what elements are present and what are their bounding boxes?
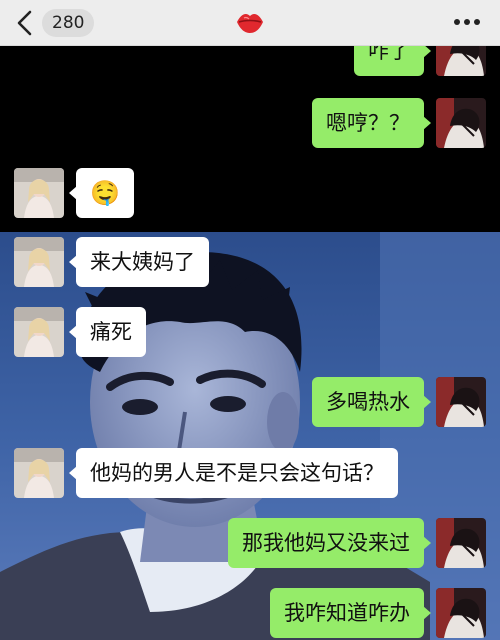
message-row: 嗯哼？？ (312, 98, 486, 148)
my-avatar[interactable] (436, 377, 486, 427)
my-avatar-image (436, 46, 486, 76)
contact-avatar-image (14, 168, 64, 218)
contact-avatar-image (14, 237, 64, 287)
outgoing-message-bubble[interactable]: 那我他妈又没来过 (228, 518, 431, 568)
message-row: 咋了 (354, 46, 486, 76)
chat-header: 280 (0, 0, 500, 46)
my-avatar-image (436, 588, 486, 638)
contact-avatar-image (14, 307, 64, 357)
my-avatar[interactable] (436, 518, 486, 568)
incoming-message-bubble[interactable]: 来大姨妈了 (69, 237, 209, 287)
message-row: 那我他妈又没来过 (228, 518, 486, 568)
outgoing-message-bubble[interactable]: 嗯哼？？ (312, 98, 431, 148)
my-avatar[interactable] (436, 98, 486, 148)
message-row: 我咋知道咋办 (270, 588, 486, 638)
contact-avatar[interactable] (14, 168, 64, 218)
chat-background-photo (0, 232, 500, 640)
contact-avatar[interactable] (14, 237, 64, 287)
message-row: 多喝热水 (312, 377, 486, 427)
contact-avatar[interactable] (14, 307, 64, 357)
incoming-message-bubble[interactable]: 他妈的男人是不是只会这句话？ (69, 448, 398, 498)
message-row: 来大姨妈了 (14, 237, 209, 287)
my-avatar-image (436, 377, 486, 427)
outgoing-message-bubble[interactable]: 我咋知道咋办 (270, 588, 431, 638)
incoming-message-bubble[interactable]: 痛死 (69, 307, 146, 357)
chat-area[interactable]: 咋了 嗯哼？？ 🤤 来大姨妈了 痛死 多喝热水 他妈的男人是不是只会这句话？ 那… (0, 46, 500, 640)
lips-icon (237, 14, 263, 33)
message-row: 痛死 (14, 307, 146, 357)
my-avatar[interactable] (436, 46, 486, 76)
contact-avatar[interactable] (14, 448, 64, 498)
more-dots-icon[interactable] (452, 14, 482, 30)
incoming-message-bubble[interactable]: 🤤 (69, 168, 134, 218)
message-row: 他妈的男人是不是只会这句话？ (14, 448, 398, 498)
my-avatar-image (436, 518, 486, 568)
outgoing-message-bubble[interactable]: 咋了 (354, 46, 431, 76)
chevron-left-icon[interactable] (14, 8, 36, 38)
contact-avatar-image (14, 448, 64, 498)
my-avatar[interactable] (436, 588, 486, 638)
my-avatar-image (436, 98, 486, 148)
message-row: 🤤 (14, 168, 134, 218)
outgoing-message-bubble[interactable]: 多喝热水 (312, 377, 431, 427)
back-button[interactable]: 280 (14, 8, 95, 38)
unread-count-badge[interactable]: 280 (42, 9, 95, 37)
